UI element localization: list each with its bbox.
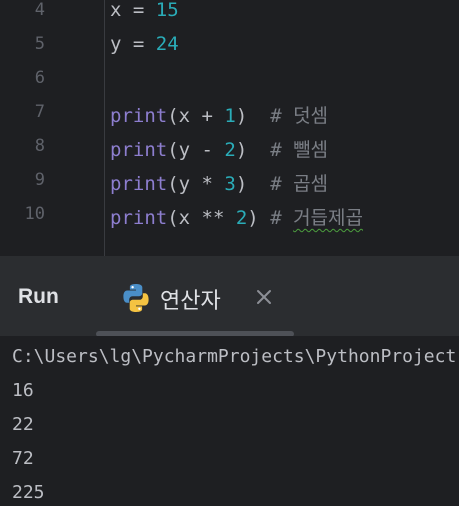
code-line-7[interactable]: 7 print(x + 1) # 덧셈 [0, 97, 459, 131]
code-line-10[interactable]: 10 print(x ** 2) # 거듭제곱 [0, 199, 459, 233]
run-tab-label[interactable]: 연산자 [160, 283, 221, 315]
code-line-9[interactable]: 9 print(y * 3) # 곱셈 [0, 165, 459, 199]
line-number: 8 [34, 136, 45, 156]
line-number: 10 [24, 204, 45, 224]
typo-warning: 거듭제곱 [293, 207, 363, 229]
line-number: 5 [34, 34, 45, 54]
line-number: 4 [34, 0, 45, 20]
console-line: 225 [12, 482, 45, 503]
console-line: 16 [12, 380, 34, 401]
code-text[interactable]: print(y * 3) # 곱셈 [110, 169, 328, 196]
code-text[interactable]: print(x ** 2) # 거듭제곱 [110, 203, 363, 230]
console-line: 22 [12, 414, 34, 435]
line-number: 9 [34, 170, 45, 190]
console-line: C:\Users\lg\PycharmProjects\PythonProjec… [12, 346, 457, 367]
ide-window: 4 x = 15 5 y = 24 6 7 print(x + 1) # 덧셈 … [0, 0, 459, 506]
code-editor[interactable]: 4 x = 15 5 y = 24 6 7 print(x + 1) # 덧셈 … [0, 0, 459, 256]
code-text[interactable]: print(y - 2) # 뺄셈 [110, 135, 328, 162]
close-icon[interactable] [254, 287, 274, 307]
code-line-6[interactable]: 6 [0, 63, 459, 97]
code-line-8[interactable]: 8 print(y - 2) # 뺄셈 [0, 131, 459, 165]
console-line: 72 [12, 448, 34, 469]
python-icon [120, 282, 152, 314]
code-text[interactable]: x = 15 [110, 0, 179, 21]
code-text[interactable]: y = 24 [110, 33, 179, 55]
run-console[interactable]: C:\Users\lg\PycharmProjects\PythonProjec… [0, 336, 459, 506]
code-line-5[interactable]: 5 y = 24 [0, 29, 459, 63]
line-number: 7 [34, 102, 45, 122]
run-panel-header: Run 연산자 [0, 256, 459, 337]
code-text[interactable]: print(x + 1) # 덧셈 [110, 101, 328, 128]
line-number: 6 [34, 68, 45, 88]
code-line-4[interactable]: 4 x = 15 [0, 0, 459, 29]
run-panel-title: Run [18, 285, 59, 308]
